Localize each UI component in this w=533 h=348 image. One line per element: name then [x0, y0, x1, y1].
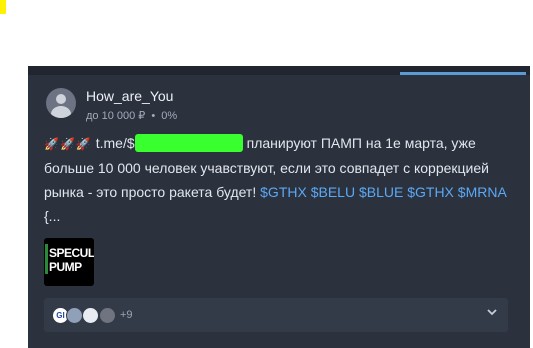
- portfolio-percent: 0%: [161, 110, 178, 122]
- post-image[interactable]: SPECULA PUMP: [44, 238, 94, 286]
- post-body: 🚀🚀🚀 t.me/$ планируют ПАМП на 1е марта, уж…: [44, 131, 514, 228]
- image-text-line2: PUMP: [49, 260, 82, 274]
- reactions-bar[interactable]: GI +9: [44, 298, 508, 332]
- avatar-body: [51, 106, 71, 118]
- image-text-line1: SPECULA: [49, 246, 94, 260]
- active-tab-indicator[interactable]: [400, 72, 526, 75]
- rocket-emojis: 🚀🚀🚀: [44, 137, 92, 151]
- reactor-avatar[interactable]: [66, 307, 83, 324]
- highlight-marker: [0, 0, 6, 14]
- more-reactors-count[interactable]: +9: [120, 309, 133, 321]
- link-text[interactable]: t.me/$: [96, 135, 135, 151]
- ticker-link[interactable]: $BELU: [311, 184, 355, 200]
- redaction-mark: [134, 134, 243, 152]
- portfolio-amount: до 10 000 ₽: [86, 110, 146, 122]
- avatar-head: [56, 94, 66, 104]
- read-more[interactable]: {...: [44, 208, 60, 224]
- reactor-avatar[interactable]: [82, 307, 99, 324]
- author-avatar[interactable]: [46, 88, 76, 118]
- ticker-link[interactable]: $GTHX: [407, 184, 454, 200]
- author-meta: до 10 000 ₽ • 0%: [86, 109, 177, 122]
- ticker-link[interactable]: $BLUE: [359, 184, 403, 200]
- tab-bar: [28, 66, 530, 75]
- chevron-down-icon[interactable]: [486, 305, 498, 321]
- ticker-link[interactable]: $MRNA: [458, 184, 506, 200]
- author-name[interactable]: How_are_You: [86, 88, 173, 104]
- reactor-avatar[interactable]: [99, 307, 116, 324]
- image-side-stripe: [45, 244, 48, 274]
- meta-separator: •: [151, 110, 156, 122]
- post-card: How_are_You до 10 000 ₽ • 0% 🚀🚀🚀 t.me/$ п…: [28, 66, 530, 348]
- ticker-link[interactable]: $GTHX: [260, 184, 307, 200]
